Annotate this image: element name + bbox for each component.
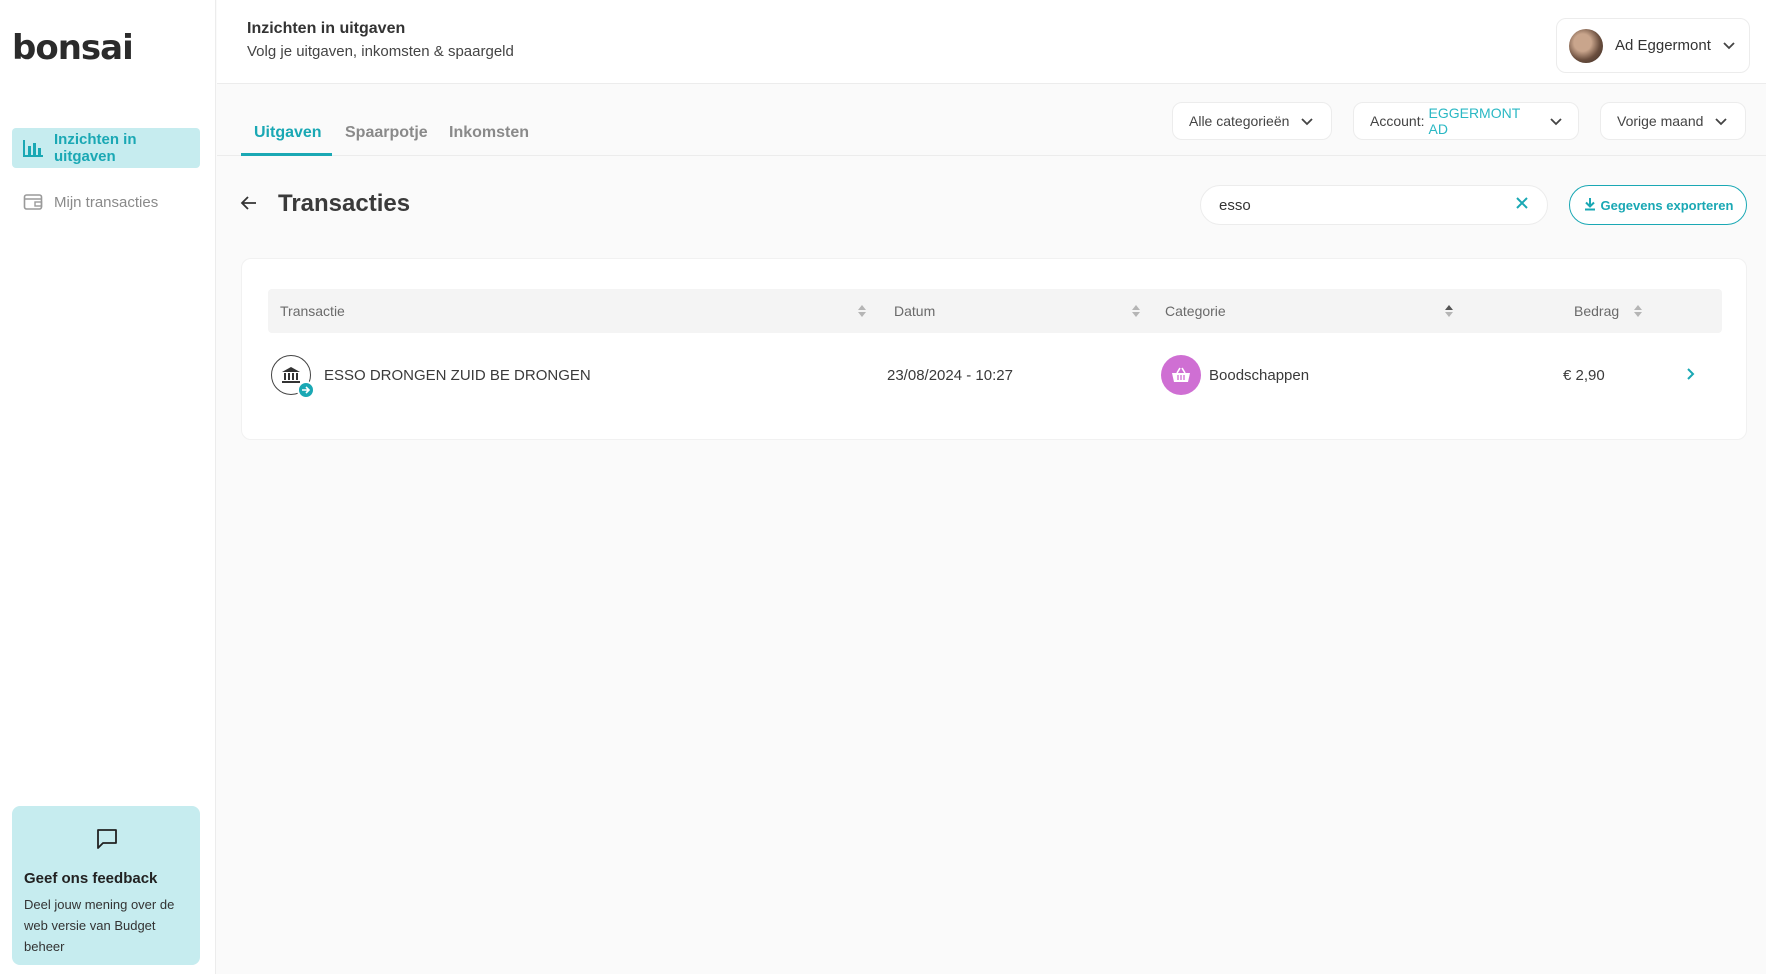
page-title: Transacties: [278, 190, 411, 217]
account-filter-label: Account:: [1370, 113, 1425, 129]
sidebar-item-transacties[interactable]: Mijn transacties: [12, 182, 200, 222]
search-input[interactable]: [1219, 196, 1507, 214]
chevron-down-icon: [1723, 37, 1735, 54]
column-header-categorie[interactable]: Categorie: [1165, 303, 1226, 319]
basket-icon: [1161, 355, 1201, 395]
page-header-title: Inzichten in uitgaven: [247, 20, 406, 37]
user-name: Ad Eggermont: [1615, 37, 1711, 54]
period-filter-value: Vorige maand: [1617, 113, 1704, 129]
search-field[interactable]: [1200, 185, 1548, 225]
sidebar-item-label: Mijn transacties: [54, 193, 159, 211]
bar-chart-icon: [22, 137, 44, 159]
transactions-card: Transactie Datum Categorie Bedrag ESSO D…: [241, 258, 1747, 440]
column-header-datum[interactable]: Datum: [894, 303, 935, 319]
arrow-right-icon: [297, 381, 315, 399]
chevron-right-icon[interactable]: [1686, 367, 1696, 386]
sidebar-item-label: Inzichten in uitgaven: [54, 131, 137, 165]
sidebar-item-inzichten[interactable]: Inzichten in uitgaven: [12, 128, 200, 168]
back-arrow-icon[interactable]: [240, 195, 258, 216]
account-filter-value: EGGERMONT AD: [1428, 105, 1521, 137]
export-label: Gegevens exporteren: [1600, 197, 1734, 213]
category-filter[interactable]: Alle categorieën: [1172, 102, 1332, 140]
transaction-name: ESSO DRONGEN ZUID BE DRONGEN: [324, 367, 591, 384]
chevron-down-icon: [1301, 113, 1314, 129]
chevron-down-icon: [1550, 113, 1562, 129]
sidebar: bonsai Inzichten in uitgaven Mijn transa…: [0, 0, 216, 974]
chevron-down-icon: [1715, 113, 1728, 129]
speech-bubble-icon: [95, 828, 119, 855]
sort-icon[interactable]: [1444, 304, 1454, 323]
page-header-subtitle: Volg je uitgaven, inkomsten & spaargeld: [247, 43, 514, 60]
column-header-bedrag[interactable]: Bedrag: [1574, 303, 1619, 319]
wallet-icon: [22, 191, 44, 213]
download-icon: [1583, 197, 1597, 214]
user-menu[interactable]: Ad Eggermont: [1556, 18, 1750, 73]
sort-icon[interactable]: [1633, 304, 1643, 323]
period-filter[interactable]: Vorige maand: [1600, 102, 1746, 140]
tab-uitgaven[interactable]: Uitgaven: [254, 124, 322, 142]
tab-inkomsten[interactable]: Inkomsten: [449, 124, 529, 142]
feedback-card[interactable]: Geef ons feedback Deel jouw mening over …: [12, 806, 200, 965]
tab-bar: Uitgaven Spaarpotje Inkomsten Alle categ…: [217, 84, 1766, 156]
category-filter-value: Alle categorieën: [1189, 113, 1290, 129]
export-button[interactable]: Gegevens exporteren: [1569, 185, 1747, 225]
sort-icon[interactable]: [1131, 304, 1141, 323]
avatar: [1569, 28, 1603, 63]
account-filter[interactable]: Account: EGGERMONT AD: [1353, 102, 1579, 140]
column-header-transactie[interactable]: Transactie: [280, 303, 345, 319]
transaction-date: 23/08/2024 - 10:27: [887, 367, 1013, 384]
table-row[interactable]: ESSO DRONGEN ZUID BE DRONGEN 23/08/2024 …: [268, 353, 1722, 403]
transaction-amount: € 2,90: [1563, 367, 1605, 384]
tab-spaarpotje[interactable]: Spaarpotje: [345, 124, 428, 142]
feedback-title: Geef ons feedback: [24, 870, 158, 887]
header: Inzichten in uitgaven Volg je uitgaven, …: [217, 0, 1766, 84]
table-header: Transactie Datum Categorie Bedrag: [268, 289, 1722, 333]
sort-icon[interactable]: [857, 304, 867, 323]
active-tab-indicator: [241, 153, 332, 156]
feedback-text: Deel jouw mening over de web versie van …: [24, 897, 175, 954]
transaction-category: Boodschappen: [1209, 367, 1310, 384]
close-icon[interactable]: [1515, 196, 1529, 214]
bonsai-logo[interactable]: bonsai: [12, 28, 134, 68]
